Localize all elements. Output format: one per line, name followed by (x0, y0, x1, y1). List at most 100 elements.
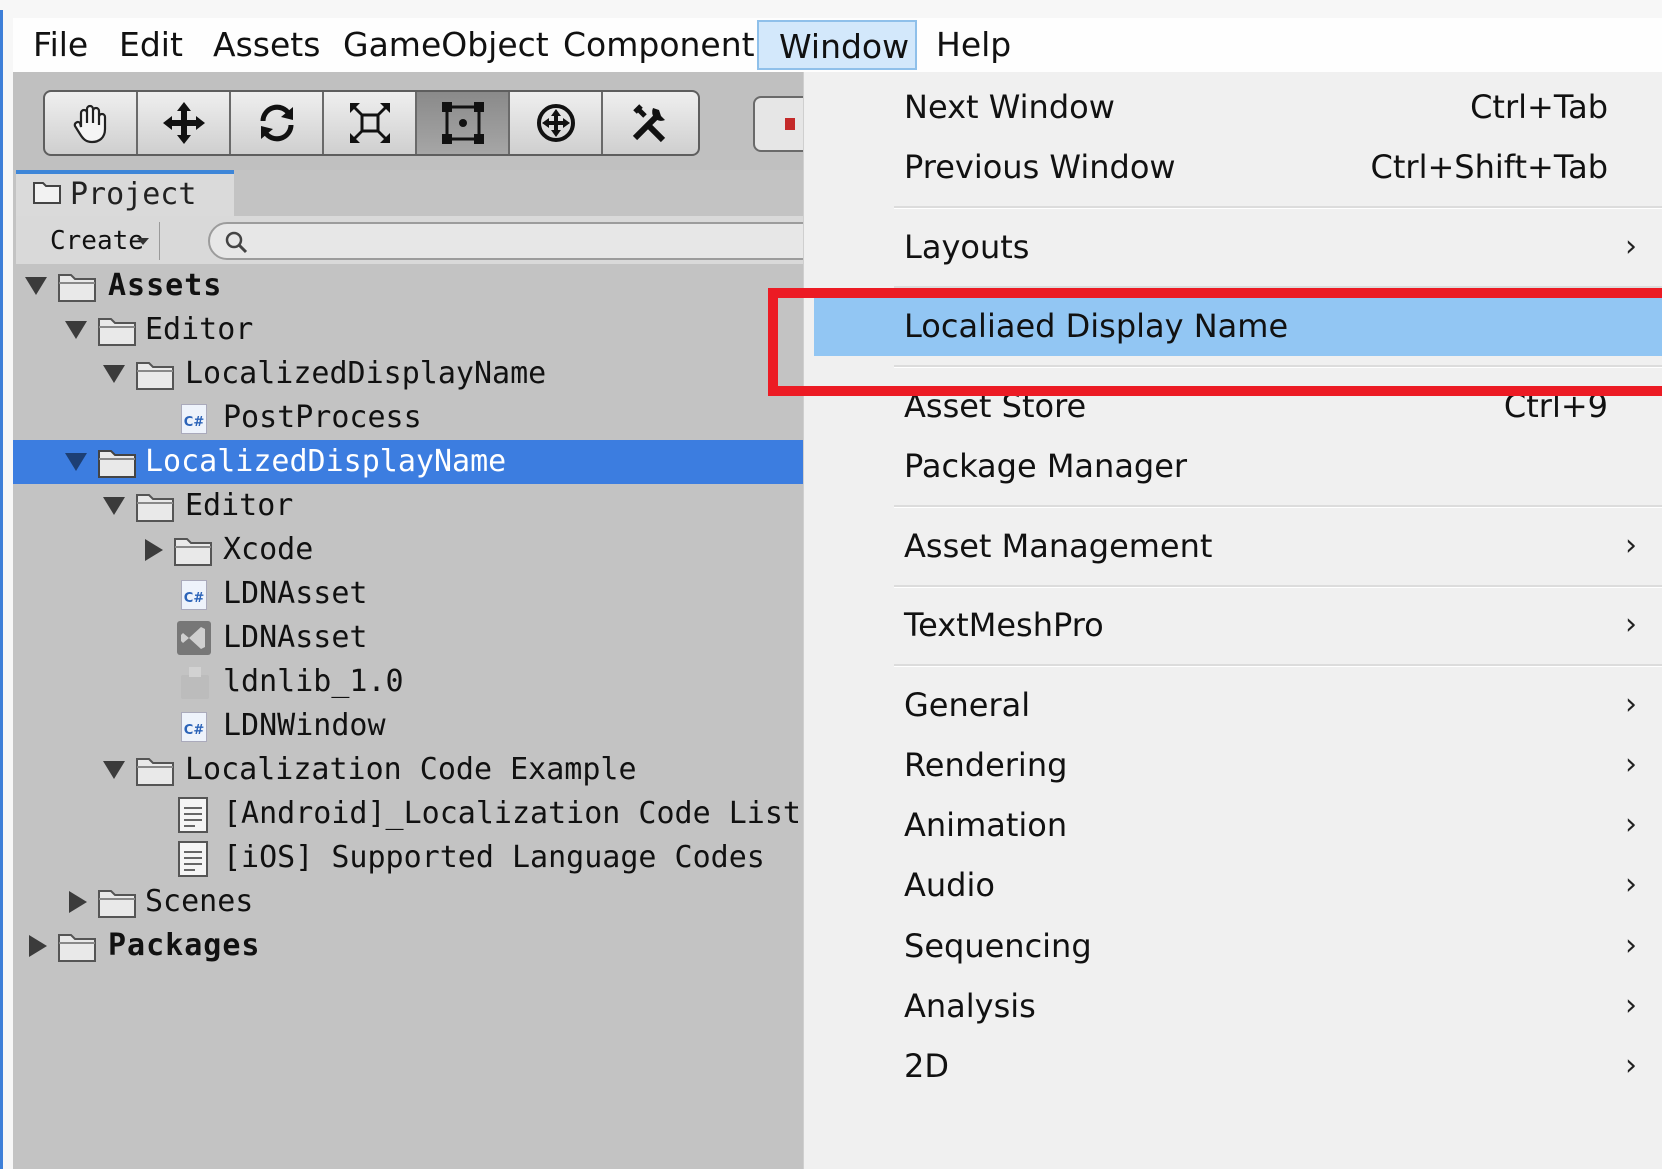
menu-item-animation[interactable]: Animation › (804, 795, 1662, 855)
submenu-arrow-icon: › (1625, 607, 1637, 642)
menu-item-label: Next Window (904, 88, 1115, 126)
window-menu-dropdown: Next Window Ctrl+Tab Previous Window Ctr… (803, 72, 1662, 1169)
search-icon (225, 231, 248, 254)
tree-row-packages[interactable]: Packages (13, 924, 803, 968)
tree-row-localization-code-example[interactable]: Localization Code Example (13, 748, 803, 792)
folder-icon (32, 175, 62, 217)
tree-row-android-codes[interactable]: [Android]_Localization Code List (13, 792, 803, 836)
submenu-arrow-icon: › (1625, 528, 1637, 563)
rotate-tool-icon (260, 104, 293, 142)
menu-assets[interactable]: Assets (193, 20, 340, 70)
unity-editor-area: Project Create Assets Editor LocalizedDi… (13, 72, 828, 1169)
menu-item-label: Package Manager (904, 447, 1188, 485)
submenu-arrow-icon: › (1625, 988, 1637, 1023)
tree-row-editor-2[interactable]: Editor (13, 484, 803, 528)
menu-file[interactable]: File (13, 20, 108, 70)
menu-item-package-manager[interactable]: Package Manager (804, 436, 1662, 496)
menu-item-shortcut: Ctrl+Tab (1470, 88, 1608, 126)
menu-separator (894, 505, 1662, 508)
project-toolbar: Create (16, 216, 828, 265)
menu-item-label: Animation (904, 806, 1068, 844)
transform-tools (43, 90, 700, 156)
tree-row-label: Scenes (145, 884, 254, 919)
menu-item-textmeshpro[interactable]: TextMeshPro › (804, 595, 1662, 655)
rect-tool-button[interactable] (417, 92, 510, 154)
menu-item-shortcut: Ctrl+Shift+Tab (1370, 148, 1608, 186)
tree-row-ldnasset-asset[interactable]: LDNAsset (13, 616, 803, 660)
tree-row-ios-codes[interactable]: [iOS] Supported Language Codes (13, 836, 803, 880)
expand-arrow-icon[interactable] (65, 321, 87, 339)
tree-row-label: Localization Code Example (185, 752, 637, 787)
expand-arrow-icon[interactable] (25, 277, 47, 295)
expand-arrow-icon[interactable] (103, 365, 125, 383)
menu-separator (894, 206, 1662, 209)
tree-row-label: Editor (185, 488, 294, 523)
menu-item-label: Layouts (904, 228, 1030, 266)
menu-item-layouts[interactable]: Layouts › (804, 217, 1662, 277)
move-tool-button[interactable] (138, 92, 231, 154)
tree-row-label: Assets (108, 268, 223, 303)
collapse-arrow-icon[interactable] (29, 935, 47, 957)
tree-row-label: LDNAsset (223, 620, 368, 655)
menu-item-rendering[interactable]: Rendering › (804, 735, 1662, 795)
menu-window[interactable]: Window (757, 20, 917, 70)
tree-row-label: ldnlib_1.0 (223, 664, 404, 699)
collapse-arrow-icon[interactable] (69, 891, 87, 913)
menu-item-analysis[interactable]: Analysis › (804, 976, 1662, 1036)
tree-row-label: PostProcess (223, 400, 422, 435)
project-tab[interactable]: Project (16, 170, 234, 216)
menu-item-label: Sequencing (904, 927, 1092, 965)
menu-item-next-window[interactable]: Next Window Ctrl+Tab (804, 77, 1662, 137)
menu-item-label: Rendering (904, 746, 1068, 784)
hand-tool-button[interactable] (45, 92, 138, 154)
submenu-arrow-icon: › (1625, 747, 1637, 782)
create-dropdown-button[interactable]: Create (32, 222, 160, 260)
menu-item-audio[interactable]: Audio › (804, 855, 1662, 915)
search-input[interactable] (208, 222, 828, 260)
menu-item-general[interactable]: General › (804, 675, 1662, 735)
transform-tool-button[interactable] (510, 92, 603, 154)
expand-arrow-icon[interactable] (103, 761, 125, 779)
hand-tool-icon (73, 104, 106, 144)
tree-row-scenes[interactable]: Scenes (13, 880, 803, 924)
project-tab-label: Project (70, 177, 197, 212)
tree-row-label: [iOS] Supported Language Codes (223, 840, 765, 875)
submenu-arrow-icon: › (1625, 867, 1637, 902)
menu-separator (894, 664, 1662, 667)
tree-row-label: Packages (108, 928, 261, 963)
menu-separator (894, 585, 1662, 588)
menu-gameobject[interactable]: GameObject (323, 20, 569, 70)
expand-arrow-icon[interactable] (65, 453, 87, 471)
tree-row-postprocess[interactable]: C# PostProcess (13, 396, 803, 440)
scale-tool-icon (349, 103, 390, 143)
csharp-script-icon: C# (181, 404, 207, 434)
tree-row-ldnasset-script[interactable]: C# LDNAsset (13, 572, 803, 616)
menu-edit[interactable]: Edit (99, 20, 203, 70)
create-label: Create (50, 226, 144, 256)
tree-row-xcode[interactable]: Xcode (13, 528, 803, 572)
menu-item-2d[interactable]: 2D › (804, 1036, 1662, 1096)
tree-row-assets[interactable]: Assets (13, 264, 803, 308)
submenu-arrow-icon: › (1625, 807, 1637, 842)
rotate-tool-button[interactable] (231, 92, 324, 154)
menu-component[interactable]: Component (543, 20, 775, 70)
menu-item-previous-window[interactable]: Previous Window Ctrl+Shift+Tab (804, 137, 1662, 197)
tree-row-ldnlib[interactable]: ldnlib_1.0 (13, 660, 803, 704)
csharp-script-icon: C# (181, 712, 207, 742)
tree-row-label: Editor (145, 312, 254, 347)
transform-tool-icon (536, 104, 575, 142)
tree-row-ldnwindow[interactable]: C# LDNWindow (13, 704, 803, 748)
menu-item-asset-management[interactable]: Asset Management › (804, 516, 1662, 576)
custom-tool-button[interactable] (603, 92, 696, 154)
collapse-arrow-icon[interactable] (145, 539, 163, 561)
menu-item-label: Localiaed Display Name (904, 307, 1289, 345)
scale-tool-button[interactable] (324, 92, 417, 154)
menu-help[interactable]: Help (916, 20, 1031, 70)
menu-item-label: Previous Window (904, 148, 1176, 186)
menu-bar: File Edit Assets GameObject Component Wi… (13, 18, 1662, 73)
tree-row-localizeddisplayname-selected[interactable]: LocalizedDisplayName (13, 440, 803, 484)
tree-row-editor[interactable]: Editor (13, 308, 803, 352)
expand-arrow-icon[interactable] (103, 497, 125, 515)
tree-row-localizeddisplayname-editor[interactable]: LocalizedDisplayName (13, 352, 803, 396)
menu-item-sequencing[interactable]: Sequencing › (804, 916, 1662, 976)
